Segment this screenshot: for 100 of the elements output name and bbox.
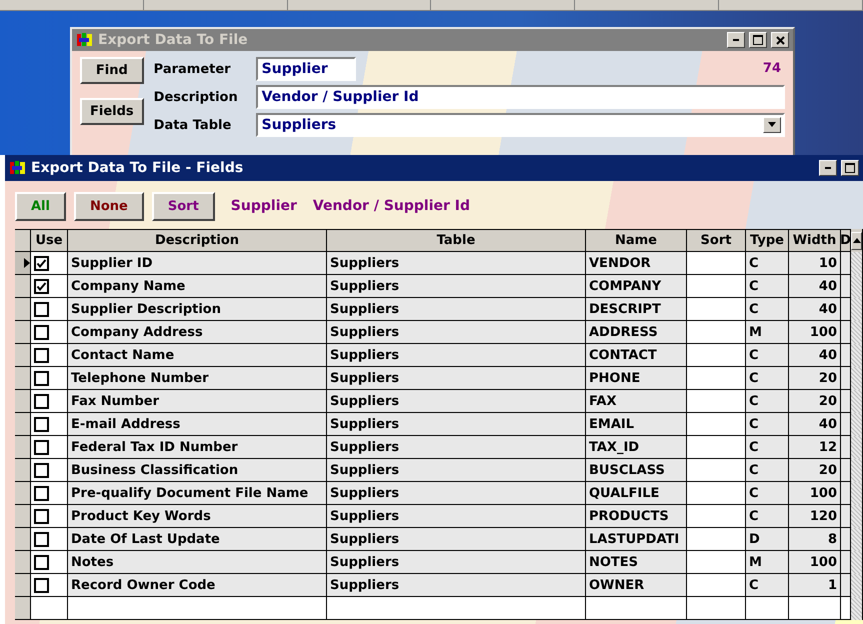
row-header[interactable] — [15, 298, 31, 321]
table-cell: LASTUPDATI — [586, 528, 687, 551]
checkbox[interactable] — [34, 278, 49, 294]
table-cell: Supplier Description — [68, 298, 327, 321]
scroll-up-button[interactable] — [851, 232, 862, 250]
field-label: Data Table — [154, 118, 232, 132]
table-cell: 12 — [789, 436, 841, 459]
table-cell: Suppliers — [327, 390, 586, 413]
table-cell: Suppliers — [327, 482, 586, 505]
toolbar-button[interactable]: None — [74, 192, 144, 220]
table-cell — [687, 367, 746, 390]
column-header[interactable]: Sort — [687, 229, 746, 252]
table-cell — [687, 505, 746, 528]
table-cell: PHONE — [586, 367, 687, 390]
maximize-button[interactable] — [749, 32, 767, 48]
table-cell: COMPANY — [586, 275, 687, 298]
minimize-button[interactable] — [819, 160, 837, 176]
table-cell — [687, 321, 746, 344]
checkbox[interactable] — [34, 370, 49, 386]
dropdown-field[interactable]: Suppliers — [256, 113, 785, 137]
table-cell: VENDOR — [586, 252, 687, 275]
row-header[interactable] — [15, 321, 31, 344]
table-cell: QUALFILE — [586, 482, 687, 505]
table-cell: Telephone Number — [68, 367, 327, 390]
table-cell: 100 — [789, 551, 841, 574]
column-header[interactable]: Description — [68, 229, 327, 252]
row-header[interactable] — [15, 551, 31, 574]
close-button[interactable] — [771, 32, 789, 48]
checkbox[interactable] — [34, 348, 49, 362]
input-field[interactable]: Supplier — [256, 57, 356, 81]
checkbox[interactable] — [34, 256, 49, 270]
table-cell: Suppliers — [327, 321, 586, 344]
column-header[interactable]: Table — [327, 229, 586, 252]
table-cell: 10 — [789, 252, 841, 275]
column-header[interactable]: Name — [586, 229, 687, 252]
table-cell — [841, 528, 851, 551]
column-header[interactable]: Type — [746, 229, 789, 252]
checkbox[interactable] — [34, 440, 49, 454]
close-icon — [776, 36, 784, 44]
row-header[interactable] — [15, 528, 31, 551]
checkbox[interactable] — [34, 394, 49, 408]
description-label: Vendor / Supplier Id — [312, 198, 470, 214]
toolbar-button[interactable]: Sort — [152, 192, 215, 220]
table-cell — [841, 482, 851, 505]
row-header[interactable] — [15, 459, 31, 482]
column-header[interactable]: Use — [31, 229, 68, 252]
table-cell — [687, 413, 746, 436]
table-cell — [687, 275, 746, 298]
row-header[interactable] — [15, 252, 31, 275]
table-cell — [687, 344, 746, 367]
table-cell — [687, 551, 746, 574]
table-cell: CONTACT — [586, 344, 687, 367]
table-cell — [687, 459, 746, 482]
checkbox[interactable] — [34, 324, 49, 340]
table-cell — [687, 574, 746, 597]
row-header[interactable] — [15, 413, 31, 436]
table-cell: C — [746, 413, 789, 436]
row-header[interactable] — [15, 505, 31, 528]
checkbox[interactable] — [34, 508, 49, 524]
maximize-button[interactable] — [841, 160, 859, 176]
checkbox[interactable] — [34, 554, 49, 570]
row-header[interactable] — [15, 344, 31, 367]
table-cell: Supplier ID — [68, 252, 327, 275]
checkbox[interactable] — [34, 532, 49, 546]
input-field[interactable]: Vendor / Supplier Id — [256, 85, 785, 109]
table-cell: Fax Number — [68, 390, 327, 413]
row-header[interactable] — [15, 275, 31, 298]
table-cell: C — [746, 390, 789, 413]
table-cell — [841, 459, 851, 482]
dialog-button[interactable]: Fields — [80, 98, 144, 125]
row-header[interactable] — [15, 436, 31, 459]
table-cell: C — [746, 459, 789, 482]
column-header[interactable]: Width — [789, 229, 841, 252]
dialog-button[interactable]: Find — [80, 57, 144, 84]
table-cell: ADDRESS — [586, 321, 687, 344]
table-cell: C — [746, 298, 789, 321]
minimize-button[interactable] — [727, 32, 745, 48]
table-cell: Suppliers — [327, 275, 586, 298]
checkbox[interactable] — [34, 462, 49, 478]
table-cell — [687, 597, 746, 620]
table-cell: E-mail Address — [68, 413, 327, 436]
table-cell: Suppliers — [327, 551, 586, 574]
row-header[interactable] — [15, 597, 31, 620]
table-cell: 100 — [789, 321, 841, 344]
checkbox[interactable] — [34, 486, 49, 500]
checkbox[interactable] — [34, 302, 49, 316]
table-cell: OWNER — [586, 574, 687, 597]
checkbox[interactable] — [34, 578, 49, 592]
table-cell: Suppliers — [327, 574, 586, 597]
table-cell: C — [746, 574, 789, 597]
row-header[interactable] — [15, 574, 31, 597]
row-header[interactable] — [15, 390, 31, 413]
row-header[interactable] — [15, 367, 31, 390]
row-header[interactable] — [15, 482, 31, 505]
table-cell: Contact Name — [68, 344, 327, 367]
dropdown-button[interactable] — [763, 117, 781, 133]
table-cell: 120 — [789, 505, 841, 528]
table-cell: M — [746, 551, 789, 574]
checkbox[interactable] — [34, 416, 49, 432]
column-header[interactable]: D — [841, 229, 851, 252]
